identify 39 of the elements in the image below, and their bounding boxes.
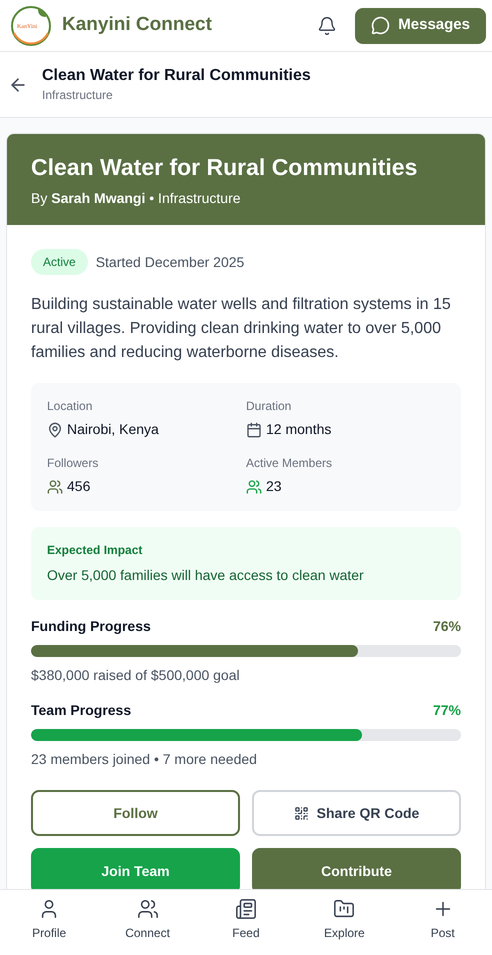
action-button[interactable]: Follow (31, 790, 240, 836)
stat-label: Duration (246, 398, 292, 415)
messages-button[interactable]: Messages (355, 8, 486, 44)
project-title: Clean Water for Rural Communities (31, 153, 418, 182)
message-icon (371, 16, 390, 35)
newspaper-icon (234, 898, 257, 920)
progress-label: Team Progress (31, 701, 132, 720)
impact-title: Expected Impact (47, 542, 144, 559)
progress-percent: 77% (432, 701, 461, 720)
stat-value: Nairobi, Kenya (67, 420, 159, 439)
folder-icon (333, 898, 356, 920)
nav-item[interactable]: Feed (210, 898, 281, 942)
stat-label: Active Members (246, 455, 334, 472)
nav-item[interactable]: Connect (112, 898, 183, 942)
progress-label: Funding Progress (31, 617, 151, 636)
nav-item[interactable]: Explore (309, 898, 380, 942)
impact-text: Over 5,000 families will have access to clean water (47, 566, 365, 585)
start-date: Started December 2025 (96, 252, 244, 272)
bell-icon[interactable] (317, 16, 338, 36)
stat-label: Location (47, 398, 94, 415)
progress-note: $380,000 raised of $500,000 goal (31, 666, 241, 685)
stat-label: Followers (47, 455, 100, 472)
project-byline: By Sarah Mwangi • Infrastructure (31, 189, 242, 208)
stat-value: 12 months (266, 420, 332, 439)
progress-percent: 76% (432, 617, 461, 636)
people-icon (136, 898, 159, 920)
project-description: Building sustainable water wells and filtration systems in 15 rural villages. Providing clean drinking water to over 5,000 families and reducing waterborne diseases. (31, 295, 452, 363)
status-badge: Active (31, 249, 88, 275)
qr-code-icon (294, 806, 309, 820)
stat-value: 23 (266, 477, 282, 496)
nav-item[interactable]: Profile (14, 898, 84, 942)
app-name: Kanyini Connect (62, 13, 212, 38)
stat-value: 456 (67, 477, 90, 496)
action-button[interactable]: Contribute (252, 848, 461, 889)
share-button[interactable]: Share QR Code (252, 790, 461, 836)
progress-note: 23 members joined • 7 more needed (31, 750, 258, 769)
page-subtitle: Infrastructure (42, 86, 114, 104)
nav-item[interactable]: Post (408, 898, 478, 942)
page-title: Clean Water for Rural Communities (42, 66, 311, 86)
